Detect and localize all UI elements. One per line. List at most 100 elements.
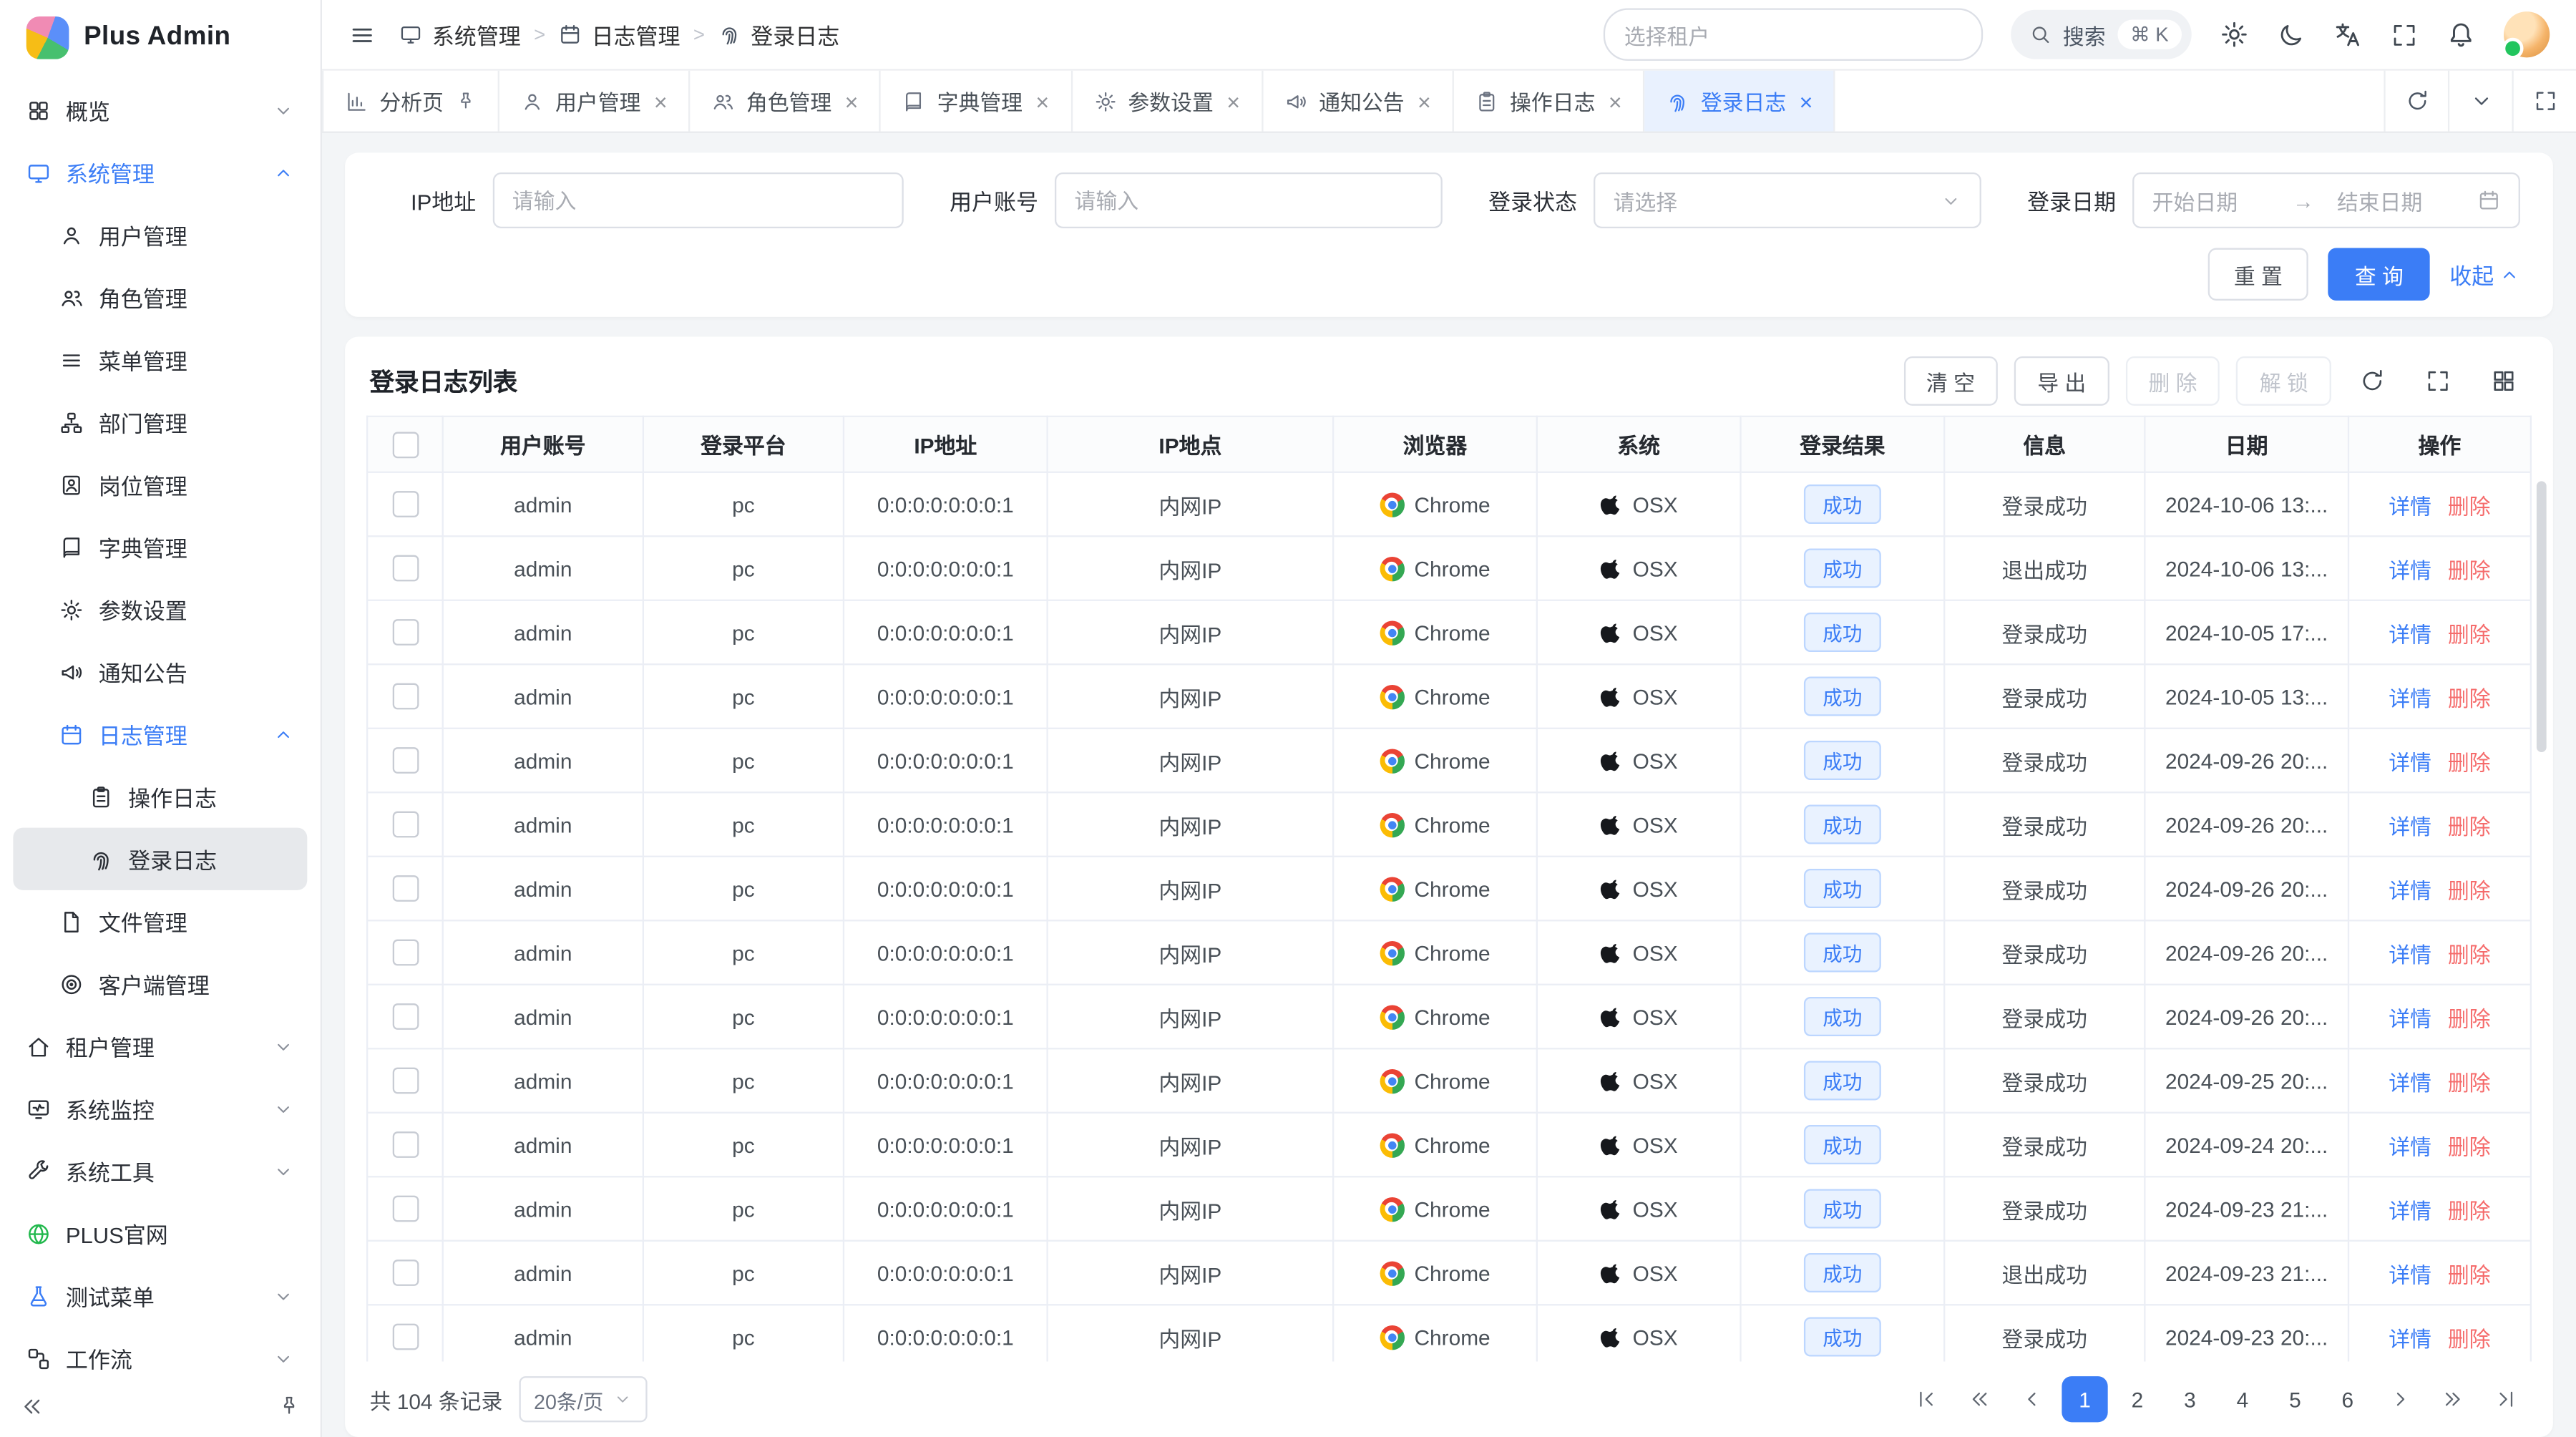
tab-list-dropdown-button[interactable]: [2448, 71, 2512, 132]
sidebar-item-login-log[interactable]: 登录日志: [13, 828, 307, 890]
sidebar-item-operation-log[interactable]: 操作日志: [13, 765, 307, 827]
tab-close-icon[interactable]: ×: [1418, 89, 1431, 112]
fullscreen-button[interactable]: [2391, 21, 2419, 49]
detail-link[interactable]: 详情: [2389, 557, 2431, 582]
hamburger-menu-button[interactable]: [348, 21, 376, 49]
sidebar-item-system-management[interactable]: 系统管理: [13, 141, 307, 203]
tab-close-icon[interactable]: ×: [654, 89, 668, 112]
language-button[interactable]: [2333, 20, 2362, 49]
last-page-button[interactable]: [2482, 1376, 2528, 1422]
detail-link[interactable]: 详情: [2389, 622, 2431, 646]
row-checkbox[interactable]: [392, 876, 419, 902]
page-button-4[interactable]: 4: [2220, 1376, 2265, 1422]
tab-dict-management[interactable]: 字典管理×: [882, 71, 1073, 132]
sidebar-item-tenant-management[interactable]: 租户管理: [13, 1015, 307, 1077]
sidebar-item-post-management[interactable]: 岗位管理: [13, 453, 307, 515]
tab-login-log[interactable]: 登录日志×: [1645, 71, 1836, 132]
sidebar-item-dept-management[interactable]: 部门管理: [13, 391, 307, 453]
delete-link[interactable]: 删除: [2448, 557, 2491, 582]
table-scrollbar[interactable]: [2537, 481, 2547, 752]
tab-notice[interactable]: 通知公告×: [1263, 71, 1454, 132]
detail-link[interactable]: 详情: [2389, 1134, 2431, 1159]
row-checkbox[interactable]: [392, 1068, 419, 1094]
sidebar-item-test-menu[interactable]: 测试菜单: [13, 1265, 307, 1327]
row-checkbox[interactable]: [392, 1324, 419, 1350]
row-checkbox[interactable]: [392, 1004, 419, 1031]
delete-link[interactable]: 删除: [2448, 494, 2491, 518]
delete-link[interactable]: 删除: [2448, 1134, 2491, 1159]
row-checkbox[interactable]: [392, 683, 419, 710]
collapse-sidebar-button[interactable]: [20, 1393, 44, 1418]
delete-button[interactable]: 删 除: [2125, 356, 2220, 406]
tab-close-icon[interactable]: ×: [1035, 89, 1049, 112]
delete-link[interactable]: 删除: [2448, 1326, 2491, 1350]
delete-link[interactable]: 删除: [2448, 1006, 2491, 1031]
sidebar-item-file-management[interactable]: 文件管理: [13, 890, 307, 953]
query-button[interactable]: 查 询: [2328, 248, 2429, 301]
delete-link[interactable]: 删除: [2448, 878, 2491, 902]
tab-operation-log[interactable]: 操作日志×: [1454, 71, 1645, 132]
detail-link[interactable]: 详情: [2389, 878, 2431, 902]
row-checkbox[interactable]: [392, 620, 419, 646]
row-checkbox[interactable]: [392, 1260, 419, 1287]
refresh-tab-button[interactable]: [2384, 71, 2448, 132]
sidebar-item-plus-website[interactable]: PLUS官网: [13, 1202, 307, 1265]
sidebar-item-notice[interactable]: 通知公告: [13, 640, 307, 703]
tenant-select[interactable]: 选择租户: [1603, 8, 1982, 60]
delete-link[interactable]: 删除: [2448, 1262, 2491, 1287]
detail-link[interactable]: 详情: [2389, 1198, 2431, 1222]
settings-button[interactable]: [2220, 20, 2249, 49]
account-input[interactable]: [1055, 172, 1443, 228]
page-button-3[interactable]: 3: [2167, 1376, 2212, 1422]
page-size-select[interactable]: 20条/页: [519, 1376, 648, 1422]
row-checkbox[interactable]: [392, 940, 419, 966]
sidebar-item-user-management[interactable]: 用户管理: [13, 204, 307, 266]
sidebar-item-log-management[interactable]: 日志管理: [13, 703, 307, 765]
delete-link[interactable]: 删除: [2448, 622, 2491, 646]
breadcrumb-item-login-log[interactable]: 登录日志: [718, 18, 839, 51]
row-checkbox[interactable]: [392, 748, 419, 774]
page-button-5[interactable]: 5: [2272, 1376, 2318, 1422]
ip-input[interactable]: [492, 172, 904, 228]
jump-back-button[interactable]: [1956, 1376, 2002, 1422]
sidebar-item-workflow[interactable]: 工作流: [13, 1327, 307, 1375]
sidebar-item-dict-management[interactable]: 字典管理: [13, 516, 307, 578]
detail-link[interactable]: 详情: [2389, 686, 2431, 710]
date-range-picker[interactable]: 开始日期 → 结束日期: [2132, 172, 2520, 228]
tab-close-icon[interactable]: ×: [845, 89, 859, 112]
status-select[interactable]: 请选择: [1594, 172, 1981, 228]
tab-close-icon[interactable]: ×: [1609, 89, 1622, 112]
detail-link[interactable]: 详情: [2389, 1326, 2431, 1350]
detail-link[interactable]: 详情: [2389, 494, 2431, 518]
row-checkbox[interactable]: [392, 1196, 419, 1222]
detail-link[interactable]: 详情: [2389, 750, 2431, 774]
avatar[interactable]: [2504, 11, 2550, 57]
detail-link[interactable]: 详情: [2389, 1070, 2431, 1094]
row-checkbox[interactable]: [392, 1132, 419, 1159]
sidebar-item-system-tools[interactable]: 系统工具: [13, 1140, 307, 1202]
tab-close-icon[interactable]: ×: [1800, 89, 1813, 112]
content-fullscreen-button[interactable]: [2512, 71, 2576, 132]
tab-close-icon[interactable]: ×: [1226, 89, 1240, 112]
sidebar-item-overview[interactable]: 概览: [13, 79, 307, 141]
sidebar-item-param-settings[interactable]: 参数设置: [13, 578, 307, 640]
delete-link[interactable]: 删除: [2448, 686, 2491, 710]
delete-link[interactable]: 删除: [2448, 750, 2491, 774]
delete-link[interactable]: 删除: [2448, 1070, 2491, 1094]
breadcrumb-item-system-management[interactable]: 系统管理: [399, 18, 521, 51]
tab-param-settings[interactable]: 参数设置×: [1072, 71, 1263, 132]
collapse-filter-link[interactable]: 收起: [2449, 258, 2520, 291]
search-button[interactable]: 搜索 ⌘ K: [2010, 10, 2191, 59]
detail-link[interactable]: 详情: [2389, 814, 2431, 838]
detail-link[interactable]: 详情: [2389, 1006, 2431, 1031]
tab-role-management[interactable]: 角色管理×: [691, 71, 882, 132]
next-page-button[interactable]: [2377, 1376, 2423, 1422]
notifications-button[interactable]: [2446, 20, 2476, 49]
sidebar-item-role-management[interactable]: 角色管理: [13, 266, 307, 328]
clear-button[interactable]: 清 空: [1903, 356, 1998, 406]
theme-toggle-button[interactable]: [2277, 21, 2305, 49]
delete-link[interactable]: 删除: [2448, 1198, 2491, 1222]
sidebar-item-menu-management[interactable]: 菜单管理: [13, 328, 307, 391]
sidebar-item-client-management[interactable]: 客户端管理: [13, 953, 307, 1015]
row-checkbox[interactable]: [392, 812, 419, 838]
